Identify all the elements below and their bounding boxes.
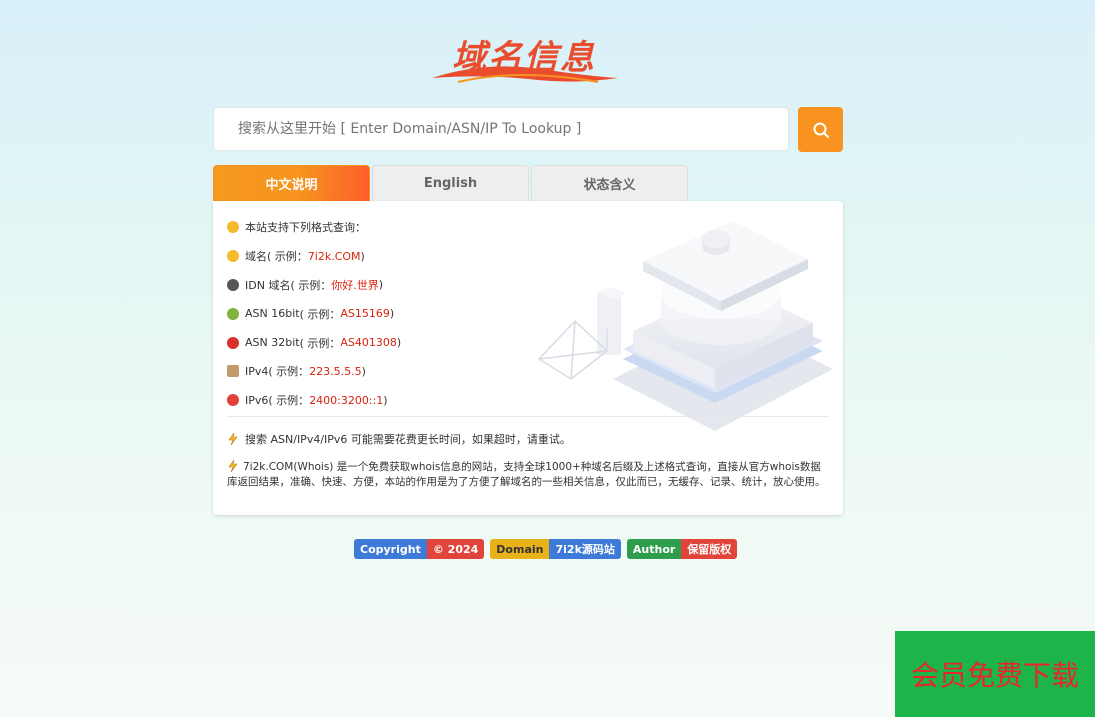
format-example: AS401308 (340, 336, 397, 350)
tab-bar: 中文说明 English 状态含义 (213, 165, 690, 201)
badge-right: 7i2k源码站 (549, 539, 621, 559)
badge-left: Domain (490, 539, 550, 559)
format-example: 7i2k.COM (307, 249, 361, 263)
list-item: IDN 域名 ( 示例： 你好.世界 ) (227, 271, 401, 300)
copyright-badge[interactable]: Copyright © 2024 (354, 539, 485, 559)
format-prefix: ( 示例： (299, 307, 341, 321)
emoji-sprout-icon (227, 307, 239, 320)
emoji-eyes-icon (227, 278, 239, 291)
search-icon (813, 122, 829, 138)
intro-line: 本站支持下列格式查询： (227, 213, 401, 242)
format-prefix: ( 示例： (268, 365, 310, 379)
badge-right: © 2024 (426, 539, 485, 559)
badge-right: 保留版权 (681, 539, 738, 559)
search-button[interactable] (798, 107, 843, 152)
intro-text: 本站支持下列格式查询： (245, 221, 366, 235)
format-label: IDN 域名 (245, 278, 291, 292)
list-item: ASN 16bit ( 示例： AS15169 ) (227, 299, 401, 328)
list-item: IPv6 ( 示例： 2400:3200::1 ) (227, 386, 401, 415)
timeout-note-text: 搜索 ASN/IPv4/IPv6 可能需要花费更长时间，如果超时，请重试。 (245, 433, 571, 446)
format-label: IPv6 (245, 393, 269, 407)
format-example: 223.5.5.5 (309, 364, 362, 378)
tab-status[interactable]: 状态含义 (531, 165, 688, 201)
search-input[interactable] (213, 107, 789, 151)
divider (227, 416, 829, 417)
site-logo[interactable]: 域名信息 (428, 30, 623, 86)
tab-english[interactable]: English (372, 165, 529, 201)
format-prefix: ( 示例： (267, 250, 308, 264)
format-list: 本站支持下列格式查询： 域名 ( 示例： 7i2k.COM ) IDN 域名 ( … (227, 213, 401, 415)
format-suffix: ) (361, 364, 366, 378)
format-prefix: ( 示例： (290, 278, 332, 292)
format-label: ASN 32bit (245, 336, 300, 350)
emoji-sign-icon (227, 365, 239, 378)
emoji-sunglasses-icon (227, 221, 239, 234)
list-item: 域名 ( 示例： 7i2k.COM ) (227, 242, 401, 271)
domain-badge[interactable]: Domain 7i2k源码站 (490, 539, 621, 559)
format-label: 域名 (245, 250, 267, 264)
tab-chinese[interactable]: 中文说明 (213, 165, 370, 201)
format-example: 2400:3200::1 (309, 393, 384, 407)
lightning-icon (228, 459, 238, 473)
emoji-cool-icon (227, 250, 239, 263)
footer-badges: Copyright © 2024 Domain 7i2k源码站 Author 保… (354, 539, 743, 559)
about-note: 7i2k.COM(Whois) 是一个免费获取whois信息的网站，支持全球10… (227, 459, 831, 489)
timeout-note: 搜索 ASN/IPv4/IPv6 可能需要花费更长时间，如果超时，请重试。 (227, 431, 571, 447)
emoji-shoe-icon (227, 336, 239, 349)
author-badge[interactable]: Author 保留版权 (626, 539, 738, 559)
format-label: IPv4 (245, 364, 269, 378)
format-suffix: ) (360, 249, 365, 263)
format-suffix: ) (396, 336, 402, 350)
badge-left: Copyright (354, 539, 427, 559)
list-item: IPv4 ( 示例： 223.5.5.5 ) (227, 357, 401, 386)
format-prefix: ( 示例： (299, 336, 341, 350)
promo-text: 会员免费下载 (910, 659, 1079, 692)
format-suffix: ) (383, 393, 388, 407)
server-illustration-icon (537, 221, 833, 431)
format-label: ASN 16bit (245, 307, 300, 321)
format-prefix: ( 示例： (268, 394, 310, 408)
info-panel: 本站支持下列格式查询： 域名 ( 示例： 7i2k.COM ) IDN 域名 ( … (213, 201, 843, 515)
format-suffix: ) (378, 278, 384, 292)
format-suffix: ) (389, 307, 395, 321)
promo-banner[interactable]: 会员免费下载 (895, 631, 1095, 717)
badge-left: Author (626, 539, 682, 559)
format-example: 你好.世界 (331, 278, 379, 292)
format-example: AS15169 (340, 307, 390, 321)
about-note-text: 7i2k.COM(Whois) 是一个免费获取whois信息的网站，支持全球10… (227, 461, 826, 488)
list-item: ASN 32bit ( 示例： AS401308 ) (227, 328, 401, 357)
lightning-icon (228, 433, 238, 445)
logo-text: 域名信息 (452, 38, 596, 78)
emoji-mushroom-icon (227, 394, 239, 407)
